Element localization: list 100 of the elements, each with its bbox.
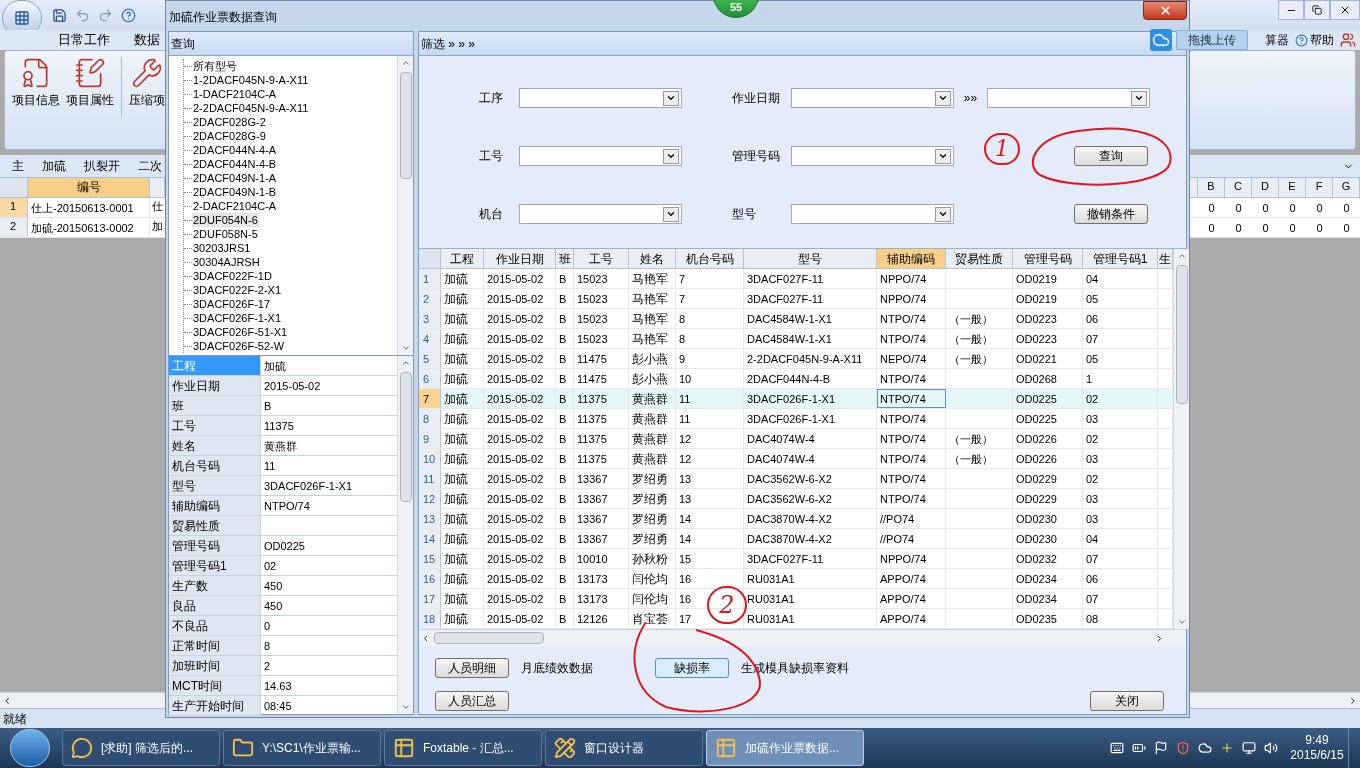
taskbar-button[interactable]: 窗口设计器: [545, 730, 703, 766]
action-button[interactable]: 人员明细: [435, 658, 509, 678]
property-name[interactable]: 姓名: [169, 436, 261, 455]
property-name[interactable]: 生产数: [169, 576, 261, 595]
tree-item[interactable]: 1-2DACF045N-9-A-X11: [192, 73, 310, 87]
tree-item[interactable]: 30203JRS1: [192, 241, 252, 255]
ribbon-button[interactable]: 项目属性: [65, 57, 115, 109]
network-icon[interactable]: [1242, 741, 1256, 755]
property-name[interactable]: 贸易性质: [169, 516, 261, 535]
filter-button[interactable]: 撤销条件: [1074, 204, 1148, 224]
dropdown-field[interactable]: [519, 88, 682, 108]
property-value[interactable]: 450: [261, 576, 397, 595]
help-link[interactable]: 帮助: [1310, 31, 1334, 49]
column-header[interactable]: 辅助编码: [877, 249, 946, 268]
ribbon-button[interactable]: 项目信息: [11, 57, 61, 109]
taskbar-button[interactable]: [求助] 筛选后的...: [62, 730, 220, 766]
scroll-right-icon[interactable]: [1348, 695, 1358, 706]
tree-item[interactable]: 3DACF026F-17: [192, 297, 272, 311]
row-number[interactable]: 9: [419, 429, 441, 448]
row-number[interactable]: 16: [419, 569, 441, 588]
row-number[interactable]: 12: [419, 489, 441, 508]
column-header[interactable]: 编号: [28, 178, 150, 197]
row-number[interactable]: 18: [419, 609, 441, 628]
close-button[interactable]: [1143, 1, 1187, 20]
property-value[interactable]: 02: [261, 556, 397, 575]
taskbar-button[interactable]: Y:\SC1\作业票输...: [223, 730, 381, 766]
tree-item[interactable]: 2DUF058N-5: [192, 227, 259, 241]
close-dialog-button[interactable]: 关闭: [1090, 691, 1164, 711]
tree-item[interactable]: 2DACF028G-9: [192, 129, 267, 143]
row-number[interactable]: 3: [419, 309, 441, 328]
column-header[interactable]: D: [1252, 178, 1279, 197]
property-value[interactable]: 14.63: [261, 676, 397, 695]
tree-item[interactable]: 2DACF049N-1-B: [192, 185, 278, 199]
column-header[interactable]: 作业日期: [484, 249, 556, 268]
row-number[interactable]: 7: [419, 389, 441, 408]
tree-item[interactable]: 2DACF044N-4-B: [192, 157, 278, 171]
scroll-left-icon[interactable]: [421, 633, 430, 643]
row-number[interactable]: 2: [419, 289, 441, 308]
cloud-icon[interactable]: [1198, 741, 1212, 755]
volume-icon[interactable]: [1264, 741, 1278, 755]
column-header[interactable]: 管理号码1: [1083, 249, 1158, 268]
column-header[interactable]: F: [1306, 178, 1333, 197]
property-name[interactable]: 机台号码: [169, 456, 261, 475]
property-name[interactable]: 班: [169, 396, 261, 415]
column-header[interactable]: 管理号码: [1013, 249, 1083, 268]
property-value[interactable]: 2015-05-02: [261, 376, 397, 395]
property-name[interactable]: 管理号码1: [169, 556, 261, 575]
property-value[interactable]: 0: [261, 616, 397, 635]
users-icon[interactable]: [1340, 32, 1356, 48]
row-number[interactable]: 4: [419, 329, 441, 348]
help-icon[interactable]: [1295, 33, 1308, 47]
row-number[interactable]: 10: [419, 449, 441, 468]
start-button[interactable]: [10, 729, 50, 767]
column-header[interactable]: C: [1225, 178, 1252, 197]
vertical-scrollbar[interactable]: [397, 356, 413, 714]
sheet-tab[interactable]: 主: [12, 157, 24, 175]
tree-item[interactable]: 3DACF026F-52-W: [192, 339, 286, 353]
ribbon-button[interactable]: 压缩项: [128, 57, 166, 109]
scroll-up-icon[interactable]: [1176, 251, 1187, 261]
row-number[interactable]: 8: [419, 409, 441, 428]
row-number[interactable]: 15: [419, 549, 441, 568]
vertical-scrollbar[interactable]: [397, 56, 413, 355]
property-name[interactable]: 正常时间: [169, 636, 261, 655]
row-number[interactable]: 17: [419, 589, 441, 608]
tree-item[interactable]: 3DACF022F-1D: [192, 269, 273, 283]
horizontal-scrollbar[interactable]: [419, 629, 1186, 646]
property-name[interactable]: 工号: [169, 416, 261, 435]
keyboard-icon[interactable]: [1110, 741, 1124, 755]
row-number[interactable]: 1: [419, 269, 441, 288]
cloud-upload-icon[interactable]: [1150, 29, 1172, 51]
property-name[interactable]: 良品: [169, 596, 261, 615]
taskbar-button[interactable]: Foxtable - 汇总...: [384, 730, 542, 766]
scroll-up-icon[interactable]: [400, 58, 411, 68]
column-header[interactable]: 姓名: [629, 249, 676, 268]
dropdown-field[interactable]: [519, 146, 682, 166]
save-icon[interactable]: [52, 7, 67, 23]
property-name[interactable]: 型号: [169, 476, 261, 495]
tree-item[interactable]: 3DACF026F-51-X1: [192, 325, 289, 339]
filter-button[interactable]: 查询: [1074, 146, 1148, 166]
help-icon[interactable]: [121, 7, 136, 23]
scroll-up-icon[interactable]: [400, 358, 411, 368]
tree-item[interactable]: 1-DACF2104C-A: [192, 87, 278, 101]
action-button[interactable]: 人员汇总: [435, 691, 509, 711]
action-button[interactable]: 缺损率: [655, 658, 729, 678]
column-header[interactable]: 班: [556, 249, 574, 268]
panel-title[interactable]: 筛选 » » »: [421, 37, 476, 51]
property-name[interactable]: 生产开始时间: [169, 696, 261, 715]
row-number[interactable]: 13: [419, 509, 441, 528]
property-value[interactable]: 450: [261, 596, 397, 615]
column-header[interactable]: B: [1198, 178, 1225, 197]
ribbon-tab[interactable]: 日常工作: [58, 30, 110, 50]
battery-icon[interactable]: [1132, 741, 1146, 755]
tree-item[interactable]: 2-DACF2104C-A: [192, 199, 278, 213]
property-name[interactable]: 加班时间: [169, 656, 261, 675]
scroll-down-icon[interactable]: [1176, 617, 1187, 627]
tree-item[interactable]: 2DACF028G-2: [192, 115, 267, 129]
property-value[interactable]: 11: [261, 456, 397, 475]
column-header[interactable]: 贸易性质: [946, 249, 1013, 268]
property-name[interactable]: 不良品: [169, 616, 261, 635]
restore-button[interactable]: [1304, 0, 1330, 20]
